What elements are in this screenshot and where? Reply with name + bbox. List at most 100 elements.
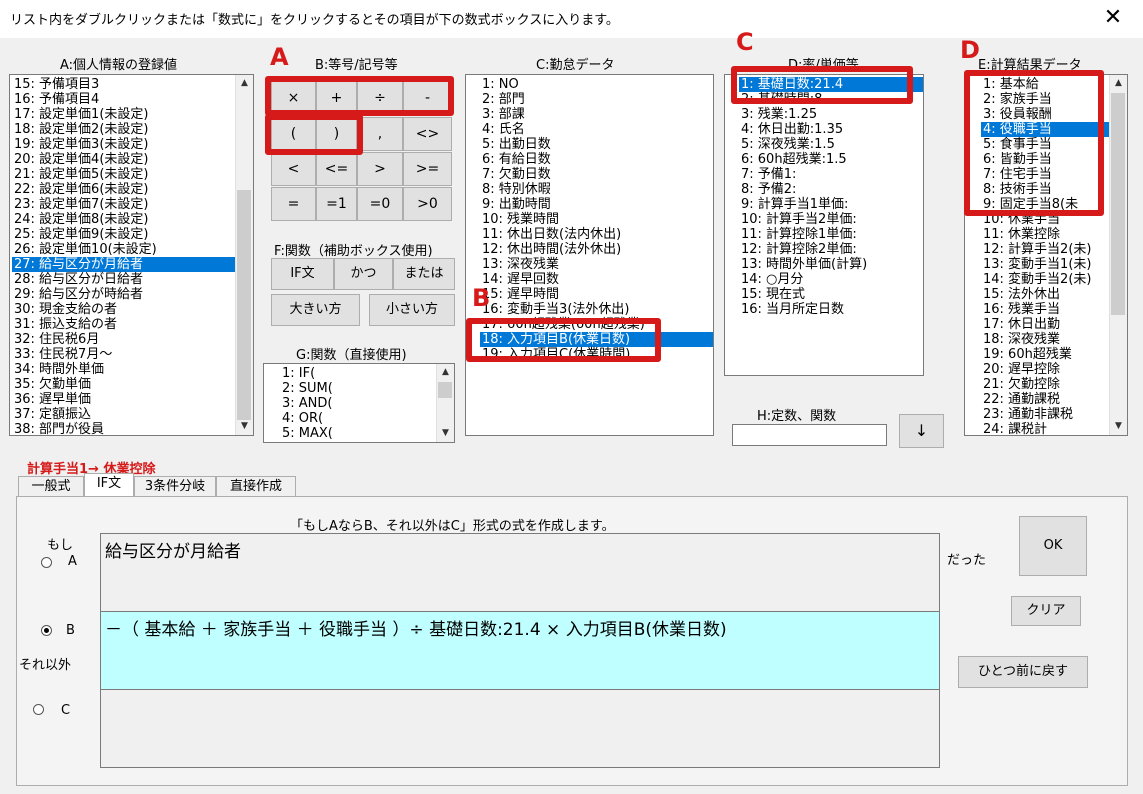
list-c[interactable]: 1: NO 2: 部門 3: 部課 4: 氏名 5: 出勤日数 6: 有給日数 7: 欠勤日… [465, 74, 714, 436]
list-g-scrollbar[interactable]: ▲ ▼ [436, 364, 454, 442]
list-item[interactable]: 31: 振込支給の者 [12, 317, 235, 332]
clear-button[interactable]: クリア [1011, 596, 1081, 626]
list-item[interactable]: 27: 給与区分が月給者 [12, 257, 235, 272]
list-item[interactable]: 36: 遅早単価 [12, 392, 235, 407]
list-item[interactable]: 34: 時間外単価 [12, 362, 235, 377]
list-item[interactable]: 4: 休日出勤:1.35 [739, 122, 923, 137]
list-item[interactable]: 3: 残業:1.25 [739, 107, 923, 122]
list-item[interactable]: 11: 休業控除 [981, 227, 1109, 242]
list-item[interactable]: 4: OR( [280, 411, 436, 426]
scroll-up-icon[interactable]: ▲ [437, 364, 454, 381]
list-item[interactable]: 8: 特別休暇 [480, 182, 713, 197]
list-a[interactable]: 15: 予備項目3 16: 予備項目4 17: 設定単価1(未設定) 18: 設定単価… [9, 74, 254, 436]
list-item[interactable]: 10: 計算手当2単価: [739, 212, 923, 227]
constant-input[interactable] [732, 424, 887, 446]
tab-three-branch[interactable]: 3条件分岐 [134, 476, 216, 497]
radio-b[interactable] [41, 625, 52, 636]
list-item[interactable]: 29: 給与区分が時給者 [12, 287, 235, 302]
scroll-thumb[interactable] [438, 382, 452, 398]
list-item[interactable]: 32: 住民税6月 [12, 332, 235, 347]
list-item[interactable]: 38: 部門が役員 [12, 422, 235, 435]
and-button[interactable]: かつ [334, 258, 393, 290]
list-item[interactable]: 7: 予備1: [739, 167, 923, 182]
operator-button[interactable]: = [271, 187, 316, 221]
list-item[interactable]: 18: 設定単価2(未設定) [12, 122, 235, 137]
list-item[interactable]: 12: 休出時間(法外休出) [480, 242, 713, 257]
operator-button[interactable]: =0 [357, 187, 403, 221]
list-item[interactable]: 16: 変動手当3(法外休出) [480, 302, 713, 317]
scroll-up-icon[interactable]: ▲ [1110, 75, 1127, 92]
list-item[interactable]: 20: 設定単価4(未設定) [12, 152, 235, 167]
close-icon[interactable]: ✕ [1099, 4, 1127, 32]
list-item[interactable]: 5: MAX( [280, 426, 436, 441]
list-item[interactable]: 15: 予備項目3 [12, 77, 235, 92]
operator-button[interactable]: <= [316, 152, 357, 186]
list-item[interactable]: 17: 設定単価1(未設定) [12, 107, 235, 122]
scroll-thumb[interactable] [237, 190, 251, 420]
list-item[interactable]: 26: 設定単価10(未設定) [12, 242, 235, 257]
min-button[interactable]: 小さい方 [369, 294, 455, 326]
list-a-scrollbar[interactable]: ▲ ▼ [235, 75, 253, 435]
list-item[interactable]: 13: 変動手当1(未) [981, 257, 1109, 272]
radio-a[interactable] [41, 557, 52, 568]
list-item[interactable]: 35: 欠勤単価 [12, 377, 235, 392]
list-item[interactable]: 5: 出勤日数 [480, 137, 713, 152]
list-item[interactable]: 30: 現金支給の者 [12, 302, 235, 317]
scroll-down-icon[interactable]: ▼ [1110, 418, 1127, 435]
list-item[interactable]: 18: 深夜残業 [981, 332, 1109, 347]
expr-c-field[interactable] [100, 689, 940, 768]
list-item[interactable]: 16: 当月所定日数 [739, 302, 923, 317]
list-item[interactable]: 2: SUM( [280, 381, 436, 396]
list-item[interactable]: 6: 有給日数 [480, 152, 713, 167]
list-item[interactable]: 33: 住民税7月～ [12, 347, 235, 362]
list-item[interactable]: 16: 残業手当 [981, 302, 1109, 317]
list-item[interactable]: 3: AND( [280, 396, 436, 411]
list-item[interactable]: 3: 部課 [480, 107, 713, 122]
list-item[interactable]: 12: 計算控除2単価: [739, 242, 923, 257]
list-item[interactable]: 2: 部門 [480, 92, 713, 107]
list-item[interactable]: 10: 残業時間 [480, 212, 713, 227]
operator-button[interactable]: < [271, 152, 316, 186]
list-item[interactable]: 23: 通勤非課税 [981, 407, 1109, 422]
list-item[interactable]: 6: 60h超残業:1.5 [739, 152, 923, 167]
if-button[interactable]: IF文 [271, 258, 334, 290]
list-item[interactable]: 21: 設定単価5(未設定) [12, 167, 235, 182]
list-item[interactable]: 22: 通勤課税 [981, 392, 1109, 407]
list-item[interactable]: 11: 休出日数(法内休出) [480, 227, 713, 242]
scroll-down-icon[interactable]: ▼ [236, 418, 253, 435]
list-item[interactable]: 11: 計算控除1単価: [739, 227, 923, 242]
list-item[interactable]: 1: IF( [280, 366, 436, 381]
list-d[interactable]: 1: 基礎日数:21.4 2: 基礎時間:8 3: 残業:1.25 4: 休日出勤:1… [724, 74, 924, 376]
undo-button[interactable]: ひとつ前に戻す [958, 656, 1088, 688]
list-item[interactable]: 19: 60h超残業 [981, 347, 1109, 362]
operator-button[interactable]: =1 [316, 187, 357, 221]
operator-button[interactable]: >0 [403, 187, 452, 221]
list-item[interactable]: 14: ○月分 [739, 272, 923, 287]
list-item[interactable]: 5: 深夜残業:1.5 [739, 137, 923, 152]
tab-general[interactable]: 一般式 [18, 476, 84, 497]
list-item[interactable]: 16: 予備項目4 [12, 92, 235, 107]
tab-if[interactable]: IF文 [84, 473, 134, 497]
max-button[interactable]: 大きい方 [271, 294, 360, 326]
list-item[interactable]: 15: 法外休出 [981, 287, 1109, 302]
expr-b-field[interactable]: －（ 基本給 ＋ 家族手当 ＋ 役職手当 ）÷ 基礎日数:21.4 × 入力項目… [100, 611, 940, 690]
scroll-up-icon[interactable]: ▲ [236, 75, 253, 92]
list-item[interactable]: 22: 設定単価6(未設定) [12, 182, 235, 197]
list-item[interactable]: 23: 設定単価7(未設定) [12, 197, 235, 212]
list-item[interactable]: 7: 欠勤日数 [480, 167, 713, 182]
list-item[interactable]: 13: 深夜残業 [480, 257, 713, 272]
list-item[interactable]: 8: 予備2: [739, 182, 923, 197]
scroll-down-icon[interactable]: ▼ [437, 425, 454, 442]
list-item[interactable]: 24: 課税計 [981, 422, 1109, 435]
list-item[interactable]: 19: 設定単価3(未設定) [12, 137, 235, 152]
tab-direct[interactable]: 直接作成 [216, 476, 296, 497]
list-item[interactable]: 9: 出勤時間 [480, 197, 713, 212]
list-item[interactable]: 15: 遅早時間 [480, 287, 713, 302]
operator-button[interactable]: >= [403, 152, 452, 186]
radio-c[interactable] [33, 704, 44, 715]
list-item[interactable]: 28: 給与区分が日給者 [12, 272, 235, 287]
list-item[interactable]: 15: 現在式 [739, 287, 923, 302]
list-item[interactable]: 1: NO [480, 77, 713, 92]
list-item[interactable]: 21: 欠勤控除 [981, 377, 1109, 392]
list-item[interactable]: 24: 設定単価8(未設定) [12, 212, 235, 227]
